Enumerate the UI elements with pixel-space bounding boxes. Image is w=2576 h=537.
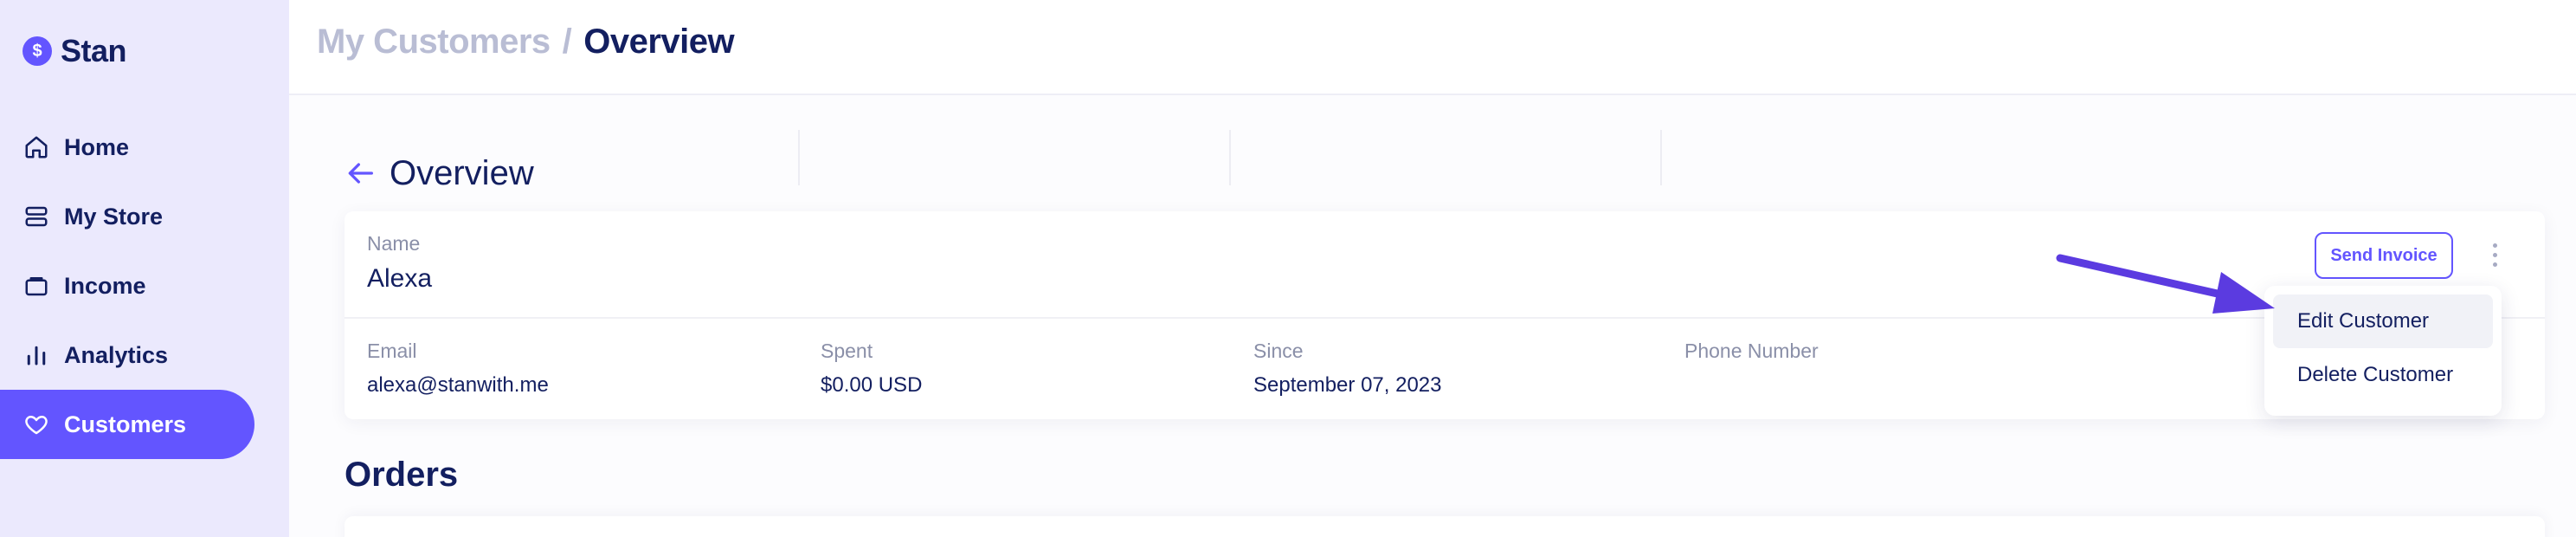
phone-label: Phone Number [1684, 340, 1819, 362]
sidebar-item-customers[interactable]: Customers [0, 390, 254, 459]
home-icon [23, 133, 50, 161]
sidebar-item-label: Customers [64, 411, 187, 437]
orders-card [345, 516, 2545, 537]
name-label: Name [367, 232, 421, 255]
since-value: September 07, 2023 [1253, 373, 1442, 397]
sidebar-item-label: Home [64, 133, 130, 160]
since-label: Since [1253, 340, 1304, 362]
breadcrumb-parent-link[interactable]: My Customers [317, 23, 551, 61]
spent-label: Spent [821, 340, 873, 362]
spent-value: $0.00 USD [821, 373, 923, 397]
sidebar-nav: Home My Store Income Analytics Customers [0, 113, 289, 459]
email-label: Email [367, 340, 417, 362]
sidebar-item-label: Analytics [64, 341, 169, 368]
breadcrumb: My Customers / Overview [317, 23, 735, 61]
back-arrow-icon[interactable] [343, 156, 377, 191]
brand[interactable]: $ Stan [23, 33, 127, 68]
bar-chart-icon [23, 341, 50, 369]
sidebar-item-label: My Store [64, 203, 164, 230]
spent-field: Spent $0.00 USD [821, 340, 922, 398]
name-value: Alexa [367, 264, 433, 293]
email-value: alexa@stanwith.me [367, 373, 549, 397]
sidebar-item-label: Income [64, 272, 146, 299]
customer-details-row: Email alexa@stanwith.me Spent $0.00 USD … [345, 319, 2545, 419]
delete-customer-menu-item[interactable]: Delete Customer [2273, 348, 2493, 402]
heart-icon [23, 411, 50, 438]
sidebar-item-analytics[interactable]: Analytics [0, 320, 289, 390]
edit-customer-menu-item[interactable]: Edit Customer [2273, 294, 2493, 348]
store-icon [23, 203, 50, 230]
brand-name: Stan [61, 33, 127, 68]
divider [1229, 130, 1231, 185]
sidebar: $ Stan Home My Store Income Analytics Cu… [0, 0, 289, 537]
wallet-icon [23, 272, 50, 300]
divider [1660, 130, 1662, 185]
sidebar-item-home[interactable]: Home [0, 113, 289, 182]
phone-field: Phone Number [1684, 340, 1819, 373]
top-header: My Customers / Overview [289, 0, 2576, 95]
email-field: Email alexa@stanwith.me [367, 340, 549, 398]
more-options-icon[interactable] [2486, 237, 2503, 272]
since-field: Since September 07, 2023 [1253, 340, 1442, 398]
sidebar-item-my-store[interactable]: My Store [0, 182, 289, 251]
orders-heading: Orders [345, 456, 459, 494]
breadcrumb-current: Overview [583, 23, 735, 61]
sidebar-item-income[interactable]: Income [0, 251, 289, 320]
send-invoice-button[interactable]: Send Invoice [2315, 232, 2453, 279]
divider [798, 130, 800, 185]
annotation-arrow-icon [2056, 254, 2275, 314]
stan-logo-icon: $ [23, 36, 52, 66]
customer-options-menu: Edit Customer Delete Customer [2264, 286, 2502, 416]
page-title: Overview [390, 154, 534, 192]
breadcrumb-separator: / [562, 23, 572, 61]
customer-name-field: Name Alexa [367, 232, 432, 294]
